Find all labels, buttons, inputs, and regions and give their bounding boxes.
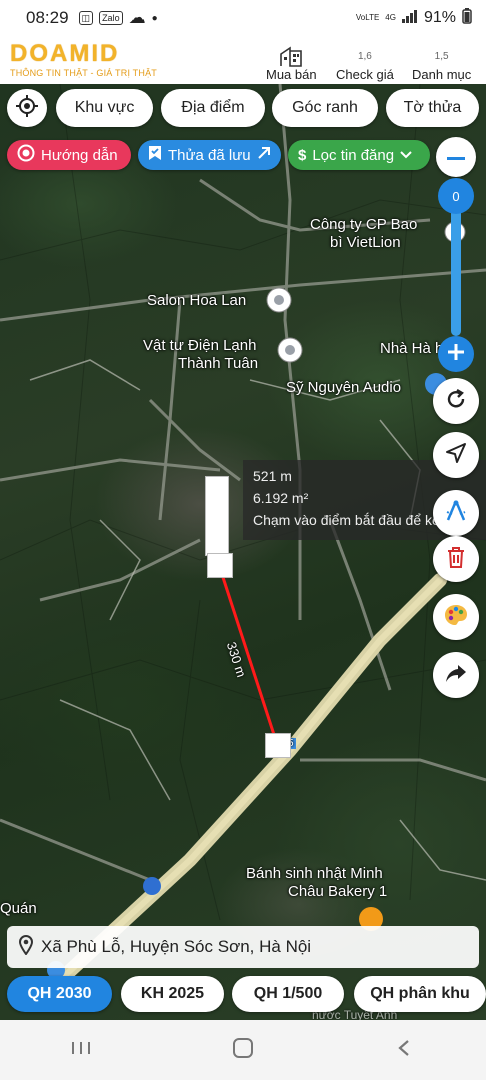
measure-end-handle[interactable] [265,733,291,758]
share-arrow-icon [445,663,467,688]
zoom-out-button[interactable] [436,137,476,177]
target-icon [17,144,35,166]
saved-parcels-button[interactable]: Thửa đã lưu [138,140,281,170]
guide-label: Hướng dẫn [41,146,118,164]
map-label-quan: Quán [0,900,37,917]
address-bar[interactable]: Xã Phù Lỗ, Huyện Sóc Sơn, Hà Nội [7,926,479,968]
plus-icon [447,343,465,366]
tab-kh-2025[interactable]: KH 2025 [121,976,224,1012]
map-label-company: Công ty CP Bao [310,216,418,233]
map-label-company-2: bì VietLion [330,234,401,251]
battery-icon [462,7,472,29]
share-button[interactable] [433,652,479,698]
measure-start-handle[interactable] [207,553,233,578]
zoom-slider-track[interactable] [451,196,461,336]
back-icon[interactable] [394,1038,416,1063]
palette-icon [443,603,469,632]
volte-icon: VoLTE [355,13,380,22]
saved-label: Thửa đã lưu [168,146,251,164]
signal-icon [401,9,418,28]
refresh-icon [445,388,467,415]
chevron-down-icon [400,147,412,164]
zoom-in-button[interactable] [438,336,474,372]
app-header: DOAMID THÔNG TIN THẬT - GIÁ TRỊ THẬT Mua… [0,36,486,84]
locate-button[interactable] [7,89,47,127]
measure-handle-stack[interactable] [205,476,229,556]
tab-qh-phan-khu[interactable]: QH phân khu [354,976,486,1012]
navigate-button[interactable] [433,432,479,478]
map-label-salon: Salon Hoa Lan [147,292,247,309]
logo-slogan: THÔNG TIN THẬT - GIÁ TRỊ THẬT [10,68,157,78]
delete-button[interactable] [433,536,479,582]
filter-label: Lọc tin đăng [312,146,395,164]
compass-draw-icon [443,498,469,529]
zalo-icon: Zalo [99,11,123,25]
draw-tool-button[interactable] [433,490,479,536]
dollar-icon: $ [298,146,307,164]
nav-label: Danh mục [412,67,472,82]
zoom-slider-knob[interactable]: 0 [438,178,474,214]
minus-icon [447,148,465,166]
map-label-supplier: Vật tư Điện Lạnh [143,337,257,354]
address-text: Xã Phù Lỗ, Huyện Sóc Sơn, Hà Nội [41,937,312,956]
location-pin-icon [18,934,34,960]
guide-button[interactable]: Hướng dẫn [7,140,131,170]
battery-level: 91% [423,9,456,26]
building-icon [278,45,304,67]
nav-label: Check giá [336,67,394,82]
map-label-bakery: Bánh sinh nhật Minh [246,865,383,882]
nav-label: Mua bán [266,67,317,82]
recent-apps-icon[interactable] [70,1039,92,1062]
pill-to-thua[interactable]: Tờ thửa [386,89,479,127]
app-logo[interactable]: DOAMID THÔNG TIN THẬT - GIÁ TRỊ THẬT [0,40,170,79]
filter-listings-button[interactable]: $ Lọc tin đăng [288,140,430,170]
category-icon: 1,5 [434,50,449,62]
tab-qh-2030[interactable]: QH 2030 [7,976,112,1012]
system-navigation-bar [0,1020,486,1080]
pill-dia-diem[interactable]: Địa điểm [161,89,265,127]
map-label-supplier-2: Thành Tuân [178,355,259,372]
color-palette-button[interactable] [433,594,479,640]
pill-khu-vuc[interactable]: Khu vực [56,89,153,127]
status-app-icon: ◫ [78,11,94,25]
dot-icon: ● [151,12,158,24]
cloud-icon: ☁ [128,8,146,27]
status-time: 08:29 [26,8,69,27]
crosshair-icon [15,94,39,123]
arrow-up-right-icon [257,146,271,164]
status-bar: 08:29 ◫ Zalo ☁ ● VoLTE 4G 91% [0,0,486,36]
pill-goc-ranh[interactable]: Góc ranh [272,89,378,127]
satellite-map[interactable]: Công ty CP Bao bì VietLion Salon Hoa Lan… [0,84,486,1020]
logo-text: DOAMID [10,40,120,67]
map-label-bakery-2: Châu Bakery 1 [288,883,388,900]
bookmark-check-icon [148,145,162,165]
price-icon: 1,6 [357,50,372,62]
nav-mua-ban[interactable]: Mua bán [266,38,317,82]
trash-icon [447,546,465,573]
home-icon[interactable] [232,1037,254,1064]
nav-check-gia[interactable]: 1,6 Check giá [336,38,394,83]
navigation-arrow-icon [445,442,467,469]
tab-qh-1-500[interactable]: QH 1/500 [232,976,344,1012]
refresh-button[interactable] [433,378,479,424]
map-label-audio: Sỹ Nguyên Audio [286,379,402,396]
network-type: 4G [385,13,396,22]
nav-danh-muc[interactable]: 1,5 Danh mục [412,38,472,83]
